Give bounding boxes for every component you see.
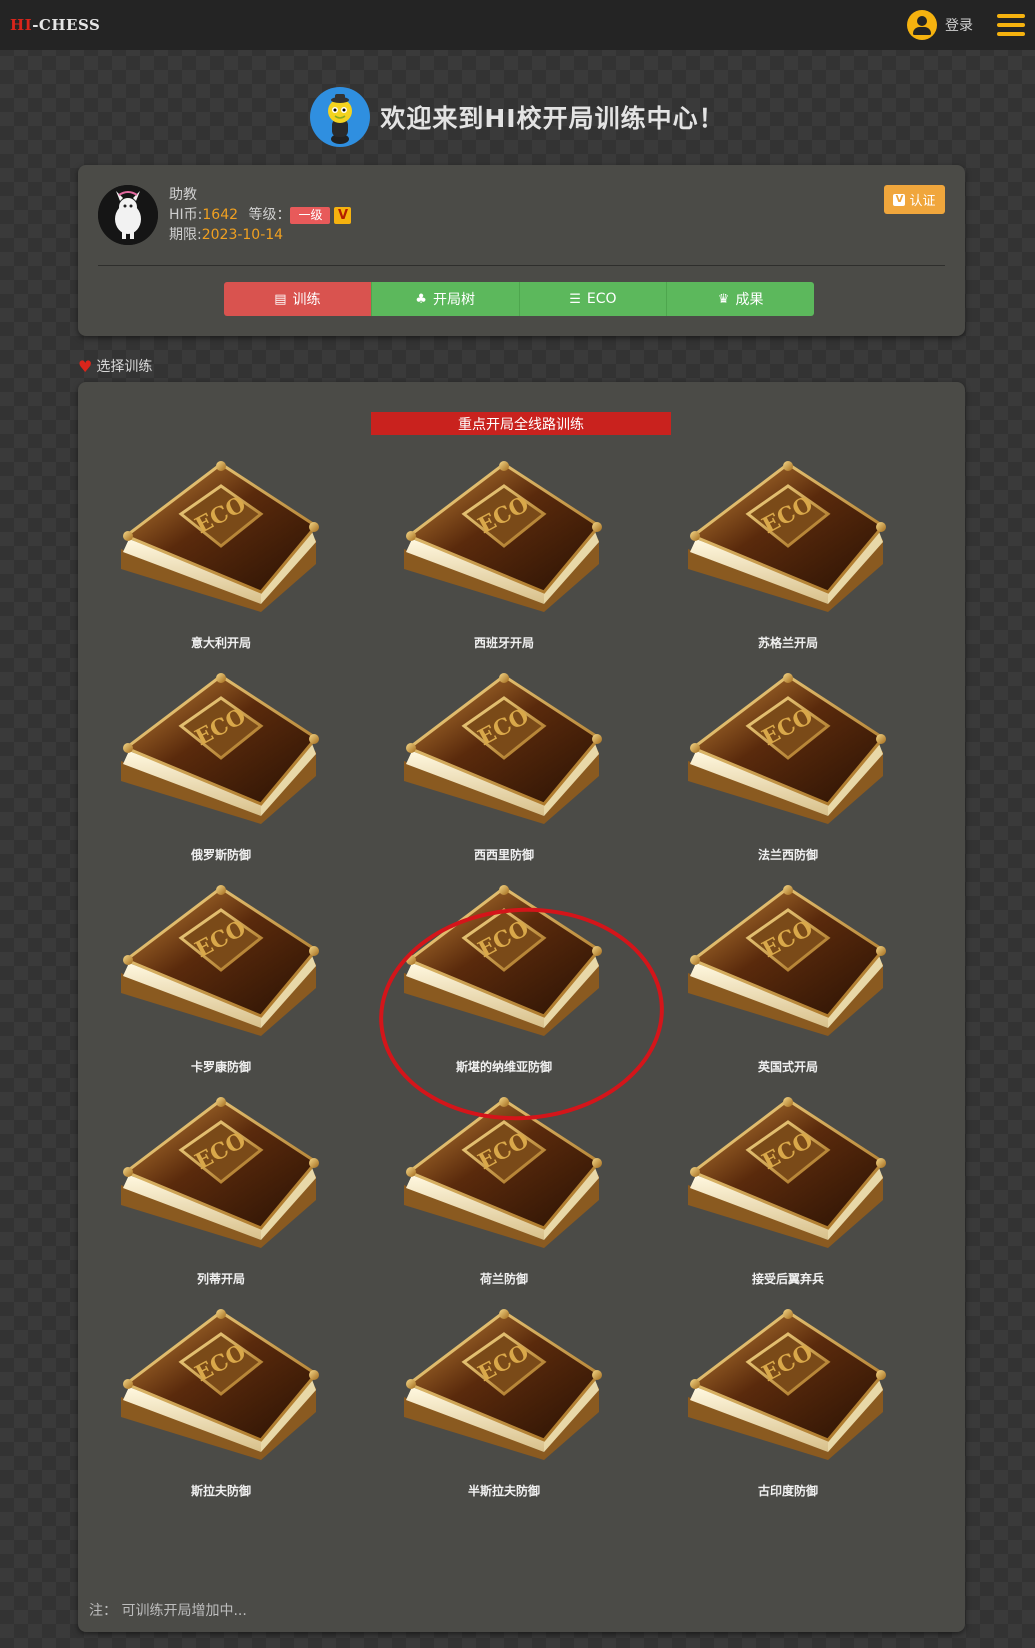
book-label: 西西里防御 xyxy=(473,848,534,862)
eco-book-icon: ECO xyxy=(121,1097,319,1248)
book-label: 列蒂开局 xyxy=(196,1272,245,1286)
training-book-item[interactable]: ECO 法兰西防御 xyxy=(668,666,908,876)
training-book-item[interactable]: ECO 苏格兰开局 xyxy=(668,454,908,664)
login-link[interactable]: 登录 xyxy=(945,15,973,35)
eco-book-icon: ECO xyxy=(404,673,602,824)
eco-book-icon: ECO xyxy=(121,461,319,612)
welcome-title: 欢迎来到HI校开局训练中心！ xyxy=(380,104,725,133)
training-book-item[interactable]: ECO 英国式开局 xyxy=(668,878,908,1088)
tab-bar: ▤ 训练 ♣ 开局树 ☰ ECO ♛ 成果 xyxy=(224,282,814,316)
profile-divider xyxy=(98,265,945,266)
tab-label: 开局树 xyxy=(432,292,475,308)
book-label: 英国式开局 xyxy=(757,1060,818,1074)
book-label: 意大利开局 xyxy=(190,636,251,650)
profile-name: 助教 xyxy=(169,187,197,203)
eco-book-icon: ECO xyxy=(121,673,319,824)
brand-chess: -CHESS xyxy=(32,16,101,34)
level-badge: 一级 xyxy=(290,206,331,224)
section-title: 选择训练 xyxy=(96,359,153,375)
book-label: 半斯拉夫防御 xyxy=(467,1484,540,1498)
book-label: 斯拉夫防御 xyxy=(190,1484,251,1498)
training-book-item[interactable]: ECO 古印度防御 xyxy=(668,1302,908,1512)
tree-icon: ♣ xyxy=(415,291,427,307)
training-book-item[interactable]: ECO 俄罗斯防御 xyxy=(101,666,341,876)
level-label: 等级： xyxy=(248,207,291,223)
hamburger-menu-icon[interactable] xyxy=(997,14,1025,36)
eco-book-icon: ECO xyxy=(121,1309,319,1460)
vip-badge: V xyxy=(334,206,352,224)
top-nav-bar: HI-CHESS 登录 xyxy=(0,0,1035,50)
training-book-item[interactable]: ECO 半斯拉夫防御 xyxy=(384,1302,624,1512)
list-icon: ☰ xyxy=(569,291,581,307)
training-book-item[interactable]: ECO 卡罗康防御 xyxy=(101,878,341,1088)
welcome-header: 欢迎来到HI校开局训练中心！ xyxy=(0,86,1035,148)
training-book-item[interactable]: ECO 斯拉夫防御 xyxy=(101,1302,341,1512)
book-label: 古印度防御 xyxy=(757,1484,818,1498)
training-book-item[interactable]: ECO 西班牙开局 xyxy=(384,454,624,664)
tab-eco[interactable]: ☰ ECO xyxy=(519,282,668,316)
book-label: 荷兰防御 xyxy=(479,1272,528,1286)
training-book-item[interactable]: ECO 荷兰防御 xyxy=(384,1090,624,1300)
tab-results[interactable]: ♛ 成果 xyxy=(667,282,814,316)
brand-hi: HI xyxy=(10,16,33,34)
training-book-item[interactable]: ECO 接受后翼弃兵 xyxy=(668,1090,908,1300)
mascot-avatar xyxy=(310,87,371,147)
coins-value: 1642 xyxy=(202,207,239,223)
eco-book-icon: ECO xyxy=(404,461,602,612)
verify-button[interactable]: V 认证 xyxy=(884,185,945,214)
profile-info: 助教 HI币:1642 等级： 一级 V 期限:2023-10-14 xyxy=(169,185,352,245)
expiry-value: 2023-10-14 xyxy=(201,227,284,243)
section-label: ♥ 选择训练 xyxy=(78,356,152,376)
book-label: 接受后翼弃兵 xyxy=(751,1272,824,1286)
tab-training[interactable]: ▤ 训练 xyxy=(224,282,372,316)
coins-label: HI币: xyxy=(169,207,203,223)
tab-label: ECO xyxy=(586,291,617,307)
eco-book-icon: ECO xyxy=(688,1097,886,1248)
tab-opening-tree[interactable]: ♣ 开局树 xyxy=(371,282,520,316)
brand-logo[interactable]: HI-CHESS xyxy=(10,16,100,34)
profile-coins-row: HI币:1642 等级： 一级 V xyxy=(169,205,352,225)
eco-book-icon: ECO xyxy=(688,885,886,1036)
tab-label: 成果 xyxy=(735,292,764,308)
top-right-controls: 登录 xyxy=(907,10,1025,40)
user-avatar xyxy=(98,185,158,245)
eco-book-icon: ECO xyxy=(688,673,886,824)
verify-label: 认证 xyxy=(909,194,936,209)
book-label: 卡罗康防御 xyxy=(190,1060,251,1074)
crown-icon: ♛ xyxy=(717,291,730,307)
user-icon[interactable] xyxy=(907,10,937,40)
training-book-item[interactable]: ECO 意大利开局 xyxy=(101,454,341,664)
book-label: 俄罗斯防御 xyxy=(190,848,251,862)
eco-book-icon: ECO xyxy=(121,885,319,1036)
book-label: 西班牙开局 xyxy=(473,636,534,650)
book-label: 苏格兰开局 xyxy=(757,636,818,650)
training-book-item[interactable]: ECO 西西里防御 xyxy=(384,666,624,876)
heart-icon: ♥ xyxy=(78,356,93,376)
eco-book-icon: ECO xyxy=(404,1309,602,1460)
book-label: 法兰西防御 xyxy=(757,848,818,862)
expiry-label: 期限: xyxy=(169,227,202,243)
eco-book-icon: ECO xyxy=(688,1309,886,1460)
eco-book-icon: ECO xyxy=(688,461,886,612)
tab-label: 训练 xyxy=(292,292,321,308)
profile-panel: 助教 HI币:1642 等级： 一级 V 期限:2023-10-14 V 认证 ▤ … xyxy=(78,165,965,336)
training-panel: 重点开局全线路训练 ECO 意大利开局 ECO 西班牙开局 ECO 苏格兰开局 ECO 俄罗斯… xyxy=(78,382,965,1632)
profile-expiry-row: 期限:2023-10-14 xyxy=(169,225,351,245)
verify-icon: V xyxy=(893,193,906,206)
book-icon: ▤ xyxy=(274,291,287,307)
training-book-item[interactable]: ECO 列蒂开局 xyxy=(101,1090,341,1300)
footer-note: 注： 可训练开局增加中... xyxy=(89,1603,247,1619)
